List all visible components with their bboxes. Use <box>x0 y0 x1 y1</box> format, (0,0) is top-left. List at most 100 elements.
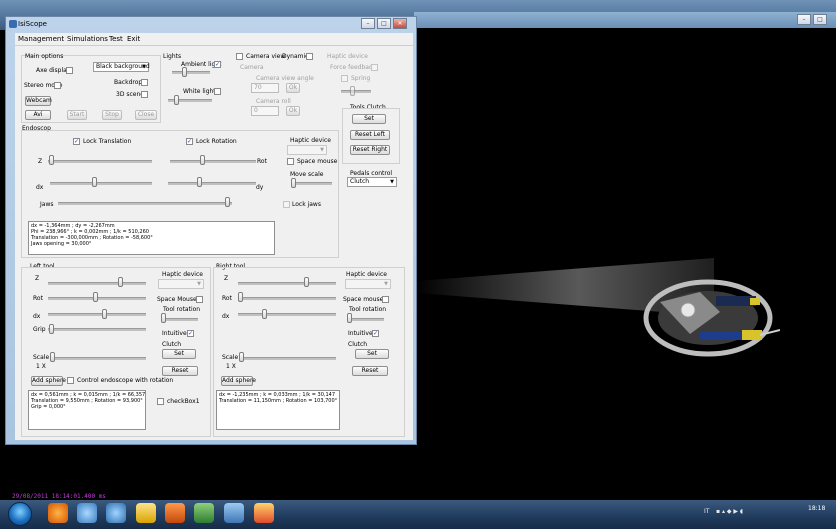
dynamic-checkbox[interactable] <box>306 53 313 60</box>
right-clutch-set-button[interactable]: Set <box>355 349 389 359</box>
white-lights-slider-thumb[interactable] <box>174 95 179 105</box>
visual-studio-icon[interactable] <box>194 503 214 523</box>
paint-icon[interactable] <box>254 503 274 523</box>
left-z-slider-thumb[interactable] <box>118 277 123 287</box>
clutch-set-button[interactable]: Set <box>352 114 386 124</box>
left-tool-rotation-slider-thumb[interactable] <box>161 313 166 323</box>
left-z-slider-track[interactable] <box>48 282 146 285</box>
endoscope-rot-slider-thumb[interactable] <box>200 155 205 165</box>
right-add-sphere-button[interactable]: Add sphere <box>221 376 256 386</box>
ambient-light-slider-track[interactable] <box>172 71 210 74</box>
endoscope-info-box[interactable]: dx = -1,364mm ; dy = -2,267mm Phi = 238,… <box>28 221 275 255</box>
menu-exit[interactable]: Exit <box>127 35 140 43</box>
left-scale-slider-thumb[interactable] <box>50 352 55 362</box>
camera-roll-ok-button[interactable]: Ok <box>286 106 300 116</box>
right-rot-slider-track[interactable] <box>238 297 336 300</box>
camera-roll-input[interactable]: 0 <box>251 106 279 116</box>
control-endoscope-checkbox[interactable] <box>67 377 74 384</box>
left-grip-slider-thumb[interactable] <box>49 324 54 334</box>
right-haptic-select[interactable]: ▼ <box>345 279 391 289</box>
lock-rotation-checkbox[interactable]: ✓ <box>186 138 193 145</box>
left-reset-button[interactable]: Reset <box>162 366 198 376</box>
left-scale-slider-track[interactable] <box>50 357 146 360</box>
right-z-slider-track[interactable] <box>238 282 336 285</box>
endoscope-space-mouse-checkbox[interactable] <box>287 158 294 165</box>
left-tool-rotation-slider-track[interactable] <box>162 318 198 321</box>
right-tool-info-box[interactable]: dx = -1,235mm ; k = 0,033mm ; 1/k = 30,1… <box>216 390 340 430</box>
checkbox1-checkbox[interactable] <box>157 398 164 405</box>
move-scale-slider-track[interactable] <box>292 182 332 185</box>
clock[interactable]: 18:18 <box>808 505 825 513</box>
internet-explorer-icon[interactable] <box>106 503 126 523</box>
maximize-icon[interactable]: □ <box>377 18 391 29</box>
endoscope-dy-slider-track[interactable] <box>168 182 256 185</box>
right-rot-slider-thumb[interactable] <box>238 292 243 302</box>
folder-icon[interactable] <box>136 503 156 523</box>
reset-right-button[interactable]: Reset Right <box>350 145 390 155</box>
menu-simulations[interactable]: Simulations <box>67 35 108 43</box>
start-button[interactable] <box>8 502 32 526</box>
menu-management[interactable]: Management <box>18 35 64 43</box>
spring-checkbox[interactable] <box>341 75 348 82</box>
stop-button[interactable]: Stop <box>102 110 122 120</box>
move-scale-slider-thumb[interactable] <box>291 178 296 188</box>
right-dx-slider-track[interactable] <box>238 313 336 316</box>
background-select[interactable]: Black background ▼ <box>93 62 150 72</box>
media-player-icon[interactable] <box>77 503 97 523</box>
left-intuitive-checkbox[interactable]: ✓ <box>187 330 194 337</box>
white-lights-checkbox[interactable] <box>214 88 221 95</box>
camera-view-checkbox[interactable] <box>236 53 243 60</box>
endoscope-rot-slider-track[interactable] <box>170 160 256 163</box>
left-tool-info-box[interactable]: dx = 0,561mm ; k = 0,015mm ; 1/k = 66,35… <box>28 390 146 430</box>
ambient-light-checkbox[interactable]: ✓ <box>214 61 221 68</box>
tray-icons[interactable]: ▪ ▴ ◆ ▶ ◖ <box>716 508 743 515</box>
webcam-button[interactable]: Webcam <box>25 96 52 106</box>
pedals-control-select[interactable]: Clutch ▼ <box>347 177 397 187</box>
endoscope-dx-slider-track[interactable] <box>50 182 152 185</box>
endoscope-jaws-slider-thumb[interactable] <box>225 197 230 207</box>
camera-angle-input[interactable]: 70 <box>251 83 279 93</box>
left-dx-slider-track[interactable] <box>48 313 146 316</box>
stereo-mode-checkbox[interactable] <box>54 82 61 89</box>
left-clutch-set-button[interactable]: Set <box>162 349 196 359</box>
left-dx-slider-thumb[interactable] <box>102 309 107 319</box>
left-grip-slider-track[interactable] <box>48 328 146 331</box>
right-dx-slider-thumb[interactable] <box>262 309 267 319</box>
right-z-slider-thumb[interactable] <box>304 277 309 287</box>
close-icon[interactable]: ✕ <box>393 18 407 29</box>
render-window-titlebar[interactable] <box>414 12 836 28</box>
right-tool-rotation-slider-track[interactable] <box>348 318 384 321</box>
language-indicator[interactable]: IT <box>704 508 709 515</box>
endoscope-z-slider-thumb[interactable] <box>49 155 54 165</box>
maximize-icon[interactable]: □ <box>813 14 827 25</box>
menu-test[interactable]: Test <box>109 35 123 43</box>
endoscope-jaws-slider-track[interactable] <box>58 202 232 205</box>
app-taskbar-icon[interactable] <box>224 503 244 523</box>
right-space-mouse-checkbox[interactable] <box>382 296 389 303</box>
spring-slider-thumb[interactable] <box>350 86 355 96</box>
endoscope-dx-slider-thumb[interactable] <box>92 177 97 187</box>
endoscope-z-slider-track[interactable] <box>48 160 152 163</box>
avi-button[interactable]: Avi <box>25 110 51 120</box>
left-add-sphere-button[interactable]: Add sphere <box>31 376 66 386</box>
right-reset-button[interactable]: Reset <box>352 366 388 376</box>
close-button[interactable]: Close <box>135 110 157 120</box>
force-feedback-checkbox[interactable] <box>371 64 378 71</box>
right-scale-slider-track[interactable] <box>240 357 336 360</box>
minimize-icon[interactable]: – <box>361 18 375 29</box>
minimize-icon[interactable]: – <box>797 14 811 25</box>
right-scale-slider-thumb[interactable] <box>239 352 244 362</box>
lock-translation-checkbox[interactable]: ✓ <box>73 138 80 145</box>
camera-angle-ok-button[interactable]: Ok <box>286 83 300 93</box>
axe-display-checkbox[interactable] <box>66 67 73 74</box>
media-icon[interactable] <box>165 503 185 523</box>
scene-3d-checkbox[interactable] <box>141 91 148 98</box>
right-intuitive-checkbox[interactable]: ✓ <box>372 330 379 337</box>
backdrop-checkbox[interactable] <box>141 79 148 86</box>
spring-slider-track[interactable] <box>341 90 371 93</box>
render-view[interactable] <box>414 28 836 500</box>
browser-icon[interactable] <box>48 503 68 523</box>
endoscope-dy-slider-thumb[interactable] <box>197 177 202 187</box>
lock-jaws-checkbox[interactable] <box>283 201 290 208</box>
endoscope-haptic-select[interactable]: ▼ <box>287 145 327 155</box>
